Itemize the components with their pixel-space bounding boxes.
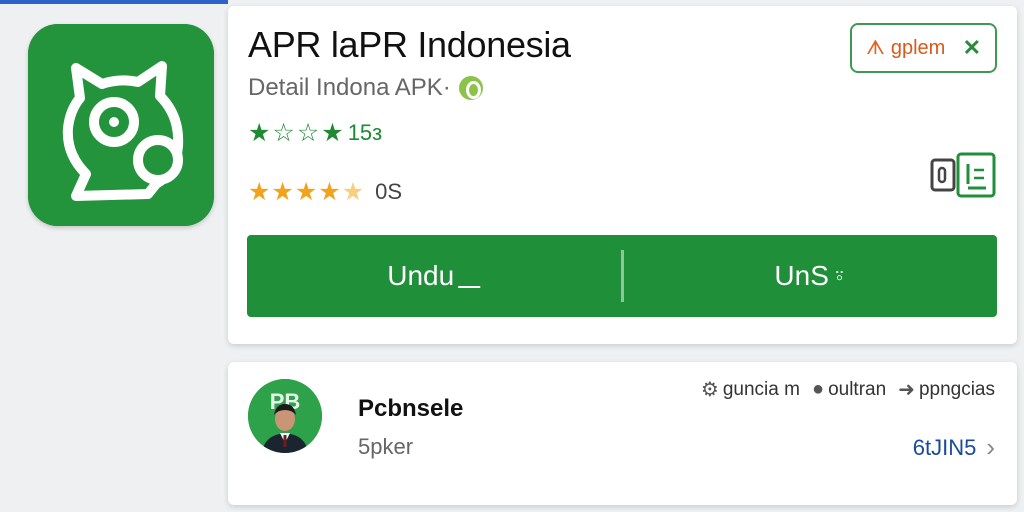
gear-icon: ⚙ bbox=[700, 379, 719, 401]
rating-count: 15з bbox=[347, 120, 383, 145]
meta-label: guncia m bbox=[722, 378, 800, 400]
install-button[interactable]: UnS ⍤ bbox=[624, 235, 998, 317]
action-bar: Undu ⎽ UnS ⍤ bbox=[247, 235, 997, 317]
rating-row-primary: ★ ☆ ☆ ★ 15з bbox=[248, 120, 382, 146]
chevron-right-icon: › bbox=[986, 432, 995, 462]
rating-row-score: ★ ★ ★ ★ ★ 0S bbox=[248, 179, 402, 205]
app-detail-card: APR laPR Indonesia Detail Indona APK· ★ … bbox=[228, 6, 1017, 344]
star-icon: ★ bbox=[271, 177, 294, 206]
category-chip[interactable]: ᗑ gplem ✕ bbox=[850, 23, 997, 73]
share-arrow-icon: ➜ bbox=[898, 379, 915, 401]
meta-item-settings[interactable]: ⚙ guncia m bbox=[701, 377, 800, 402]
developer-link-label: 6tJIN5 bbox=[912, 434, 977, 460]
device-compat-icon bbox=[930, 152, 998, 198]
download-button-label: Undu bbox=[387, 260, 455, 291]
install-button-label: UnS bbox=[774, 260, 829, 291]
star-outline-icon: ☆ bbox=[272, 118, 295, 147]
developer-avatar[interactable]: PB bbox=[248, 379, 322, 453]
close-icon[interactable]: ✕ bbox=[963, 35, 981, 61]
install-icon: ⍤ bbox=[832, 263, 847, 288]
app-subtitle: Detail Indona APK· bbox=[248, 74, 451, 101]
chip-label: gplem bbox=[890, 36, 946, 59]
verified-icon bbox=[458, 76, 483, 100]
meta-item-share[interactable]: ➜ ppngcias bbox=[898, 377, 995, 402]
app-icon bbox=[28, 24, 214, 226]
star-icon: ★ bbox=[318, 177, 341, 206]
star-icon: ★ bbox=[321, 118, 344, 147]
developer-meta-row: ⚙ guncia m ● oultran ➜ ppngcias bbox=[701, 377, 995, 402]
download-button[interactable]: Undu ⎽ bbox=[247, 235, 621, 317]
dot-icon: ● bbox=[811, 378, 825, 400]
star-icon: ★ bbox=[294, 177, 318, 206]
developer-link[interactable]: 6tJIN5 › bbox=[913, 432, 995, 463]
meta-label: oultran bbox=[828, 378, 887, 400]
app-title: APR laPR Indonesia bbox=[248, 24, 571, 65]
star-icon: ★ bbox=[248, 118, 271, 147]
meta-item-info[interactable]: ● oultran bbox=[812, 378, 886, 401]
meta-label: ppngcias bbox=[918, 378, 995, 400]
developer-name[interactable]: Pcbnsele bbox=[358, 395, 463, 423]
app-subtitle-row: Detail Indona APK· bbox=[248, 74, 483, 102]
star-outline-icon: ☆ bbox=[296, 118, 320, 147]
developer-subtitle: 5pker bbox=[358, 434, 414, 459]
star-icon: ★ bbox=[248, 177, 271, 206]
rating-score-count: 0S bbox=[375, 179, 403, 204]
developer-card: PB Pcbnsele 5pker ⚙ guncia m ● oultran ➜… bbox=[228, 362, 1017, 505]
download-icon: ⎽ bbox=[458, 263, 481, 288]
star-half-icon: ★ bbox=[341, 177, 365, 206]
top-accent-line bbox=[0, 0, 228, 4]
chip-icon: ᗑ bbox=[866, 36, 885, 59]
